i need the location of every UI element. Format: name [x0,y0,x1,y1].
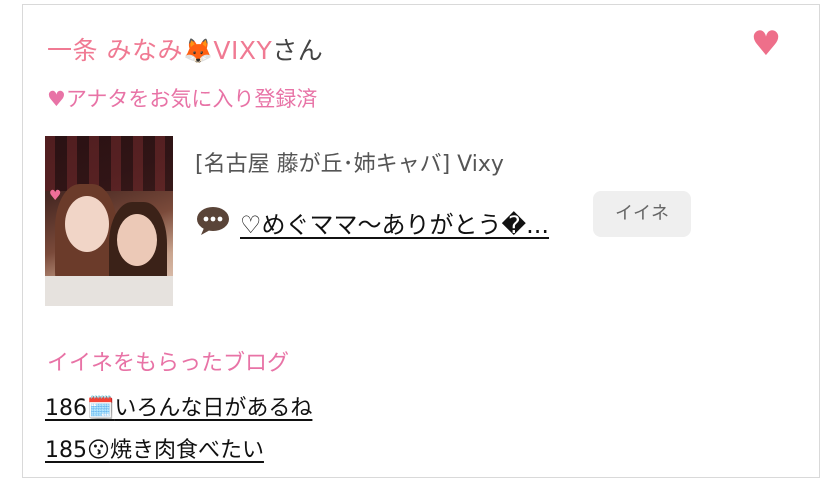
liked-blog-link[interactable]: 186🗓️いろんな日があるね [45,390,312,422]
liked-blog-link[interactable]: 185😗焼き肉食べたい [45,432,264,464]
honorific: さん [272,36,324,65]
like-button[interactable]: イイネ [593,191,691,237]
cast-name[interactable]: 一条 みなみ🦊VIXYさん [47,31,323,67]
favorite-card: 一条 みなみ🦊VIXYさん ♥ ♥アナタをお気に入り登録済 ♥ [名古屋 藤が丘… [22,4,820,478]
blog-number: 185 [45,438,87,463]
blog-title: いろんな日があるね [114,396,313,421]
calendar-icon: 🗓️ [87,396,115,421]
thumbnail-face-left [65,196,109,252]
shop-label: [名古屋 藤が丘･姉キャバ] Vixy [195,152,504,177]
blog-title: 焼き肉食べたい [109,438,264,463]
fox-emoji-icon: 🦊 [182,37,214,65]
blog-number: 186 [45,396,87,421]
cast-name-suffix: VIXY [213,36,273,65]
liked-blogs-title: イイネをもらったブログ [47,351,290,376]
post-title-link[interactable]: ♡めぐママ〜ありがとう�... [240,205,549,240]
thumbnail-background [45,136,173,191]
thumbnail-shirt [45,276,173,306]
kissing-face-icon: 😗 [87,438,110,463]
speech-bubble-icon [196,206,230,236]
thumbnail-heart-icon: ♥ [49,188,62,204]
thumbnail-face-right [117,214,157,266]
cast-name-text: 一条 みなみ [47,36,183,65]
heart-icon[interactable]: ♥ [749,27,783,61]
favorite-status: ♥アナタをお気に入り登録済 [47,87,318,111]
post-thumbnail[interactable]: ♥ [45,136,173,306]
